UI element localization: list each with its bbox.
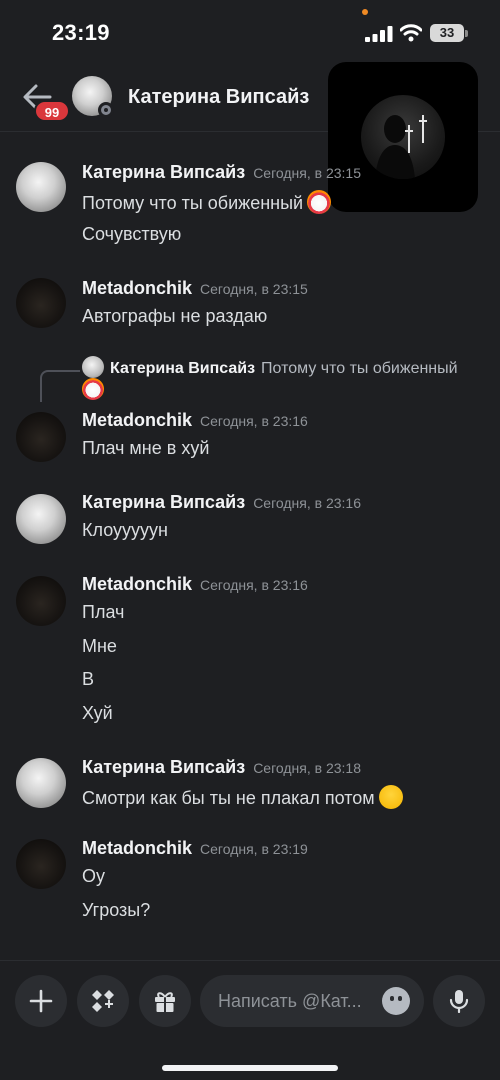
message-timestamp: Сегодня, в 23:15 [253, 165, 361, 181]
reply-avatar [82, 356, 104, 378]
clown-emoji-icon [82, 378, 104, 400]
message-author[interactable]: Metadonchik Сегодня, в 23:16 [82, 410, 308, 431]
author-name: Metadonchik [82, 574, 193, 594]
author-name: Катерина Випсайз [82, 492, 246, 512]
message-text: Смотри как бы ты не плакал потом [82, 788, 375, 808]
unread-badge: 99 [34, 100, 70, 122]
message-timestamp: Сегодня, в 23:19 [200, 841, 308, 857]
wifi-icon [400, 24, 422, 42]
message-author[interactable]: Катерина Випсайз Сегодня, в 23:15 [82, 162, 361, 183]
message-line: В [82, 669, 95, 689]
message-line: Угрозы? [82, 900, 151, 920]
message-line: Клоууууун [82, 520, 168, 540]
message-line: Хуй [82, 703, 113, 723]
gift-button[interactable] [139, 975, 191, 1027]
author-name: Metadonchik [82, 410, 193, 430]
gift-icon [155, 992, 175, 1012]
message-author[interactable]: Metadonchik Сегодня, в 23:16 [82, 574, 308, 595]
contact-name[interactable]: Катерина Випсайз [128, 86, 309, 109]
message-author[interactable]: Metadonchik Сегодня, в 23:15 [82, 278, 308, 299]
smile-icon[interactable] [382, 987, 410, 1015]
video-pip[interactable] [328, 62, 478, 212]
author-avatar[interactable] [16, 412, 66, 462]
message-line: Оу [82, 866, 106, 886]
author-avatar[interactable] [16, 162, 66, 212]
message-timestamp: Сегодня, в 23:18 [253, 760, 361, 776]
cellular-signal-icon [365, 26, 393, 42]
author-avatar[interactable] [16, 758, 66, 808]
message-line: Плач [82, 602, 125, 622]
message-author[interactable]: Metadonchik Сегодня, в 23:19 [82, 838, 308, 859]
message-line: Сочувствую [82, 224, 182, 244]
message-timestamp: Сегодня, в 23:16 [253, 495, 361, 511]
message-line: Мне [82, 636, 117, 656]
message-line: Смотри как бы ты не плакал потом [82, 785, 403, 809]
message-line: Автографы не раздаю [82, 306, 268, 326]
message-composer [200, 975, 424, 1027]
mic-icon [449, 990, 469, 1013]
author-name: Metadonchik [82, 838, 193, 858]
pip-avatar [361, 95, 445, 179]
author-name: Metadonchik [82, 278, 193, 298]
clock: 23:19 [52, 20, 110, 45]
home-indicator [162, 1065, 338, 1071]
plus-icon [29, 989, 53, 1013]
clown-emoji-icon [307, 190, 332, 214]
reply-text: Потому что ты обиженный [261, 360, 458, 377]
message-timestamp: Сегодня, в 23:16 [200, 413, 308, 429]
message-author[interactable]: Катерина Випсайз Сегодня, в 23:18 [82, 757, 361, 778]
message-timestamp: Сегодня, в 23:15 [200, 281, 308, 297]
message-author[interactable]: Катерина Випсайз Сегодня, в 23:16 [82, 492, 361, 513]
reply-author: Катерина Випсайз [110, 360, 256, 377]
composer-bar [0, 960, 500, 1080]
message-input[interactable] [218, 990, 378, 1012]
message-timestamp: Сегодня, в 23:16 [200, 577, 308, 593]
author-avatar[interactable] [16, 576, 66, 626]
author-name: Катерина Випсайз [82, 162, 246, 182]
message-line: Потому что ты обиженный [82, 190, 332, 214]
status-indicator [98, 102, 114, 118]
battery-icon: 33 [430, 24, 464, 42]
author-avatar[interactable] [16, 839, 66, 889]
reply-connector [40, 370, 80, 402]
apps-button[interactable] [77, 975, 129, 1027]
camera-in-use-indicator [362, 9, 368, 15]
silhouette-icon [375, 115, 427, 179]
reply-preview[interactable]: Катерина Випсайз Потому что ты обиженный [82, 356, 458, 378]
author-name: Катерина Випсайз [82, 757, 246, 777]
status-bar: 23:19 33 [0, 0, 500, 66]
message-line: Плач мне в хуй [82, 438, 210, 458]
message-text: Потому что ты обиженный [82, 193, 304, 213]
author-avatar[interactable] [16, 278, 66, 328]
hand-over-mouth-emoji-icon [378, 785, 403, 809]
add-button[interactable] [15, 975, 67, 1027]
author-avatar[interactable] [16, 494, 66, 544]
voice-message-button[interactable] [433, 975, 485, 1027]
battery-tip [465, 30, 468, 37]
apps-icon [92, 990, 114, 1012]
